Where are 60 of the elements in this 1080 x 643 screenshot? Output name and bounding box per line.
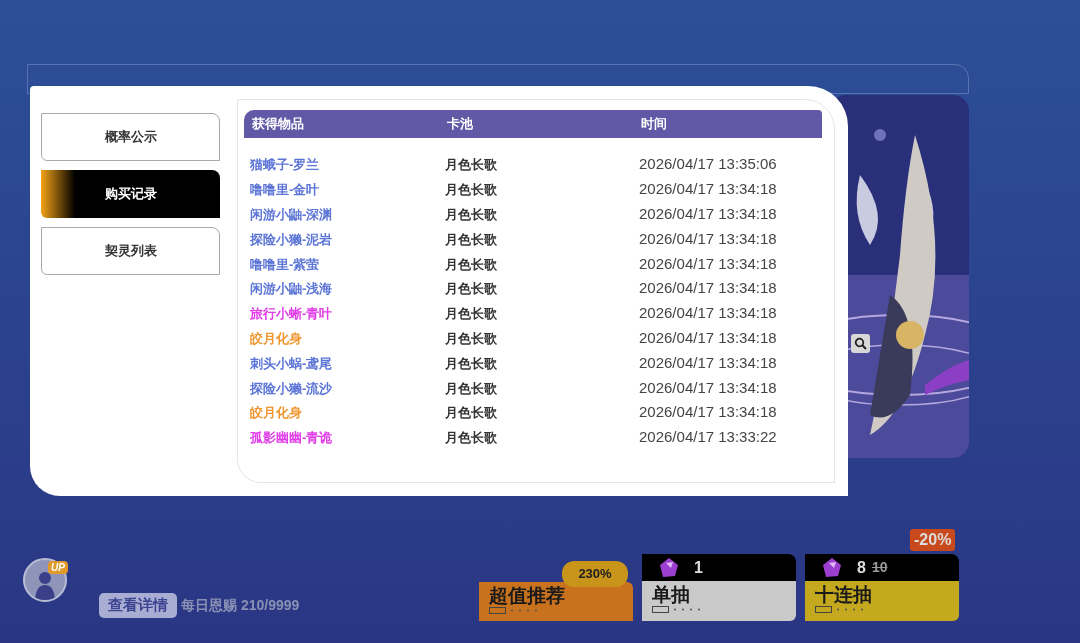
table-cell: 2026/04/17 13:34:18 <box>639 328 777 346</box>
table-cell: 孤影幽幽-青诡 <box>250 430 333 446</box>
table-cell: 2026/04/17 13:34:18 <box>639 279 777 297</box>
old-price-text: 10 <box>871 558 888 577</box>
table-cell: 闲游小鼬-浅海 <box>250 281 333 297</box>
draw-button[interactable]: 单抽 <box>642 581 796 621</box>
draw-label: 单抽 <box>652 583 691 606</box>
table-cell: 2026/04/17 13:34:18 <box>639 378 777 396</box>
daily-reward-text: 每日恩赐 210/9999 <box>181 596 300 615</box>
table-cell: 月色长歌 <box>445 355 497 371</box>
gem-icon <box>821 556 843 579</box>
draw-button[interactable]: 超值推荐 <box>479 582 633 621</box>
table-cell: 2026/04/17 13:34:18 <box>639 205 777 222</box>
menu-tab[interactable]: 契灵列表 <box>41 227 220 275</box>
table-cell: 2026/04/17 13:34:18 <box>639 180 777 198</box>
table-cell: 2026/04/17 13:33:22 <box>639 428 777 446</box>
price-text: 1 <box>694 557 703 578</box>
discount-badge: -20% <box>910 529 956 551</box>
table-cell: 2026/04/17 13:34:18 <box>639 353 777 371</box>
table-cell: 月色长歌 <box>445 281 497 297</box>
table-cell: 2026/04/17 13:34:18 <box>639 229 777 247</box>
table-cell: 月色长歌 <box>445 330 497 346</box>
draw-button[interactable]: 十连抽 <box>805 581 959 621</box>
table-cell: 月色长歌 <box>445 207 497 222</box>
table-cell: 噜噜里-金叶 <box>250 182 320 198</box>
column-header: 时间 <box>641 116 667 132</box>
table-cell: 月色长歌 <box>445 157 497 173</box>
avatar-icon[interactable] <box>23 558 67 602</box>
draw-label: 超值推荐 <box>489 584 566 607</box>
table-cell: 月色长歌 <box>445 306 497 322</box>
column-header: 卡池 <box>447 116 473 132</box>
table-cell: 探险小獭-泥岩 <box>250 231 333 247</box>
table-cell: 闲游小鼬-深渊 <box>250 207 333 222</box>
draw-label: 十连抽 <box>815 583 873 606</box>
gem-icon <box>658 556 680 579</box>
table-cell: 月色长歌 <box>445 405 497 421</box>
menu-tab[interactable]: 概率公示 <box>41 113 220 161</box>
details-button[interactable]: 查看详情 <box>99 593 177 618</box>
table-cell: 月色长歌 <box>445 231 497 247</box>
table-cell: 噜噜里-紫萤 <box>250 256 320 272</box>
table-cell: 2026/04/17 13:34:18 <box>639 304 777 322</box>
table-cell: 2026/04/17 13:35:06 <box>639 155 777 173</box>
table-cell: 刺头小蜗-鸢尾 <box>250 355 333 371</box>
table-cell: 月色长歌 <box>445 430 497 446</box>
table-cell: 2026/04/17 13:34:18 <box>639 403 777 421</box>
table-cell: 月色长歌 <box>445 182 497 198</box>
table-cell: 猫蛾子-罗兰 <box>250 157 320 173</box>
price-text: 8 <box>857 557 866 578</box>
table-cell: 月色长歌 <box>445 380 497 396</box>
table-cell: 2026/04/17 13:34:18 <box>639 254 777 272</box>
bonus-badge: 230% <box>562 561 628 587</box>
table-cell: 皎月化身 <box>250 405 302 421</box>
table-cell: 探险小獭-流沙 <box>250 380 333 396</box>
table-cell: 旅行小蜥-青叶 <box>250 306 333 322</box>
table-cell: 月色长歌 <box>445 256 497 272</box>
menu-tab[interactable]: 购买记录 <box>41 170 220 218</box>
table-cell: 皎月化身 <box>250 330 302 346</box>
up-badge: UP <box>48 561 68 574</box>
column-header: 获得物品 <box>252 116 304 132</box>
search-icon[interactable] <box>851 334 870 353</box>
